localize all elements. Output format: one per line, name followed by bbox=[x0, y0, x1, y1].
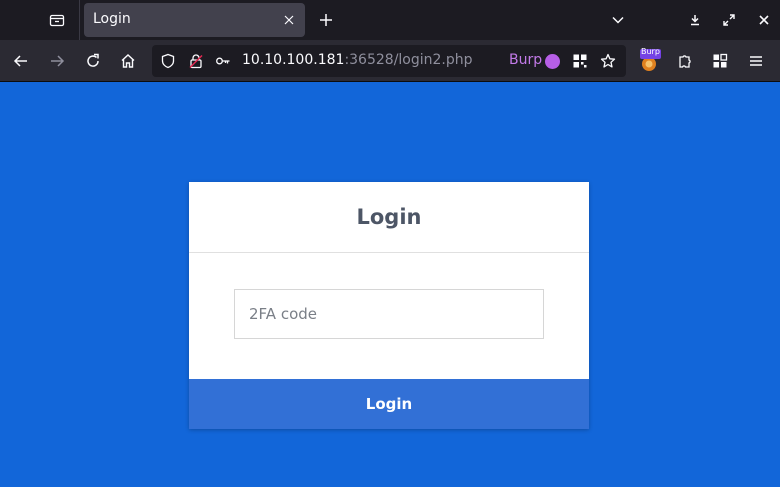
shield-icon bbox=[161, 53, 175, 69]
restore-icon bbox=[723, 14, 735, 26]
star-icon bbox=[600, 53, 616, 68]
home-icon bbox=[121, 54, 135, 68]
burp-status-indicator bbox=[545, 54, 560, 69]
url-host: 10.10.100.181 bbox=[242, 52, 345, 68]
back-arrow-icon bbox=[13, 55, 27, 67]
forward-arrow-icon bbox=[51, 55, 65, 67]
grid-icon bbox=[573, 54, 587, 68]
2fa-code-input[interactable] bbox=[234, 289, 544, 339]
bookmark-star-button[interactable] bbox=[600, 53, 616, 69]
login-button[interactable]: Login bbox=[189, 379, 589, 429]
tab-title: Login bbox=[93, 11, 131, 27]
new-tab-button[interactable] bbox=[316, 10, 336, 30]
back-button[interactable] bbox=[9, 49, 33, 73]
restore-window-button[interactable] bbox=[719, 10, 739, 30]
page-content: Login Login bbox=[0, 82, 780, 487]
list-all-tabs-button[interactable] bbox=[608, 10, 628, 30]
reload-button[interactable] bbox=[81, 49, 105, 73]
tab-strip: Login bbox=[0, 0, 780, 40]
login-card: Login Login bbox=[189, 182, 589, 429]
tracking-protection-button[interactable] bbox=[160, 53, 176, 69]
close-icon bbox=[759, 15, 769, 25]
puzzle-icon bbox=[679, 55, 691, 68]
application-menu-button[interactable] bbox=[744, 49, 768, 73]
extensions-button[interactable] bbox=[673, 49, 697, 73]
tab-list-button[interactable] bbox=[44, 8, 70, 32]
page-title: Login bbox=[356, 205, 422, 229]
navigation-toolbar: 10.10.100.181:36528/login2.php Burp Burp bbox=[0, 40, 780, 82]
address-bar[interactable]: 10.10.100.181:36528/login2.php Burp bbox=[152, 45, 626, 77]
saved-logins-button[interactable] bbox=[215, 53, 231, 69]
forward-button[interactable] bbox=[45, 49, 69, 73]
apps-button[interactable] bbox=[708, 49, 732, 73]
site-info-button[interactable] bbox=[188, 53, 204, 69]
close-icon bbox=[284, 15, 294, 25]
burp-extension-button[interactable]: Burp bbox=[638, 47, 662, 73]
hamburger-menu-icon bbox=[750, 56, 762, 66]
tab-list-icon bbox=[49, 14, 65, 27]
chevron-down-icon bbox=[612, 16, 624, 24]
url-path: :36528/login2.php bbox=[344, 52, 473, 68]
burp-extension-badge: Burp bbox=[641, 47, 660, 56]
reload-icon bbox=[87, 53, 99, 67]
home-button[interactable] bbox=[116, 49, 140, 73]
download-icon bbox=[691, 15, 699, 26]
plus-icon bbox=[320, 14, 332, 26]
code-field-wrapper bbox=[234, 289, 544, 339]
apps-icon bbox=[713, 53, 728, 68]
download-button[interactable] bbox=[685, 10, 705, 30]
insecure-lock-icon bbox=[189, 54, 203, 69]
qr-code-button[interactable] bbox=[572, 53, 588, 69]
login-card-header: Login bbox=[189, 182, 589, 253]
burp-proxy-label[interactable]: Burp bbox=[509, 52, 542, 68]
key-icon bbox=[216, 57, 230, 65]
tab-strip-separator bbox=[79, 0, 80, 40]
url-text[interactable]: 10.10.100.181:36528/login2.php bbox=[242, 52, 473, 68]
tab-close-button[interactable] bbox=[281, 12, 297, 28]
tab-login[interactable]: Login bbox=[84, 3, 305, 37]
close-window-button[interactable] bbox=[754, 10, 774, 30]
